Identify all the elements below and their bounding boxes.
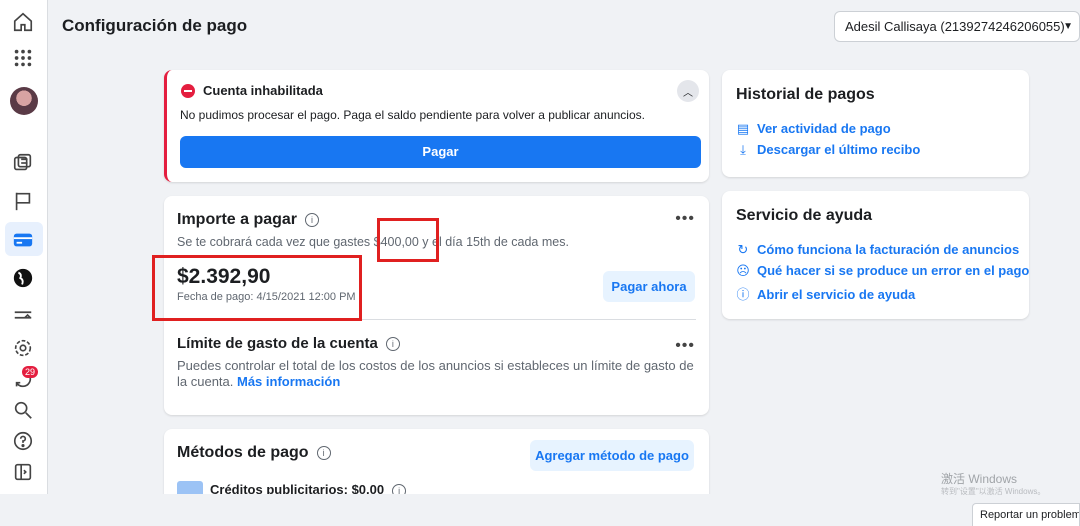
billing-how-label: Cómo funciona la facturación de anuncios [757,242,1020,257]
document-icon: ▤ [736,121,750,136]
download-icon: ⤓ [740,142,746,157]
view-activity-label: Ver actividad de pago [757,121,891,136]
download-receipt-link[interactable]: ⤓ Descargar el último recibo [736,142,920,158]
account-name: Adesil Callisaya (2139274246206055) [845,19,1065,34]
amount-due-description: Se te cobrará cada vez que gastes $400,0… [177,235,569,249]
settings-gear-icon[interactable] [11,336,35,360]
payment-methods-title: Métodos de pago [177,444,309,461]
disabled-account-alert: Cuenta inhabilitada ︿ No pudimos procesa… [164,70,709,182]
more-options-icon[interactable]: ••• [675,337,695,355]
notification-badge: 29 [22,366,39,378]
bottom-bar [0,494,1080,526]
windows-activation-watermark: 激活 Windows [941,472,1018,486]
home-icon[interactable] [11,10,35,34]
amount-due-section: Importe a pagar i [177,211,320,229]
annotation-box-amount [152,255,362,321]
sad-face-icon: ☹ [736,263,750,278]
page-title: Configuración de pago [62,16,248,35]
spending-limit-title: Límite de gasto de la cuenta [177,335,378,352]
open-help-label: Abrir el servicio de ayuda [757,287,916,302]
more-options-icon[interactable]: ••• [675,210,695,228]
add-payment-method-button[interactable]: Agregar método de pago [530,440,694,471]
open-help-link[interactable]: ⓘ Abrir el servicio de ayuda [736,284,915,303]
ticket-icon[interactable] [11,303,35,327]
collapse-chevron-icon[interactable]: ︿ [677,80,699,102]
payment-methods-section: Métodos de pago i [177,444,331,462]
more-info-link[interactable]: Más información [237,374,340,389]
flag-icon[interactable] [11,189,35,213]
download-receipt-label: Descargar el último recibo [757,142,921,157]
amount-due-title: Importe a pagar [177,211,298,228]
info-icon[interactable]: i [316,445,331,460]
payment-error-link[interactable]: ☹ Qué hacer si se produce un error en el … [736,263,1029,279]
globe-icon[interactable] [11,266,35,290]
alert-message: No pudimos procesar el pago. Paga el sal… [180,108,645,122]
help-center-card: Servicio de ayuda ↻ Cómo funciona la fact… [722,191,1029,319]
panel-toggle-icon[interactable] [11,460,35,484]
payment-error-label: Qué hacer si se produce un error en el p… [757,263,1030,278]
report-problem-button[interactable]: Reportar un problema [972,503,1080,526]
info-icon[interactable]: i [305,212,320,227]
chevron-down-icon: ▼ [1063,21,1073,32]
windows-activation-subtext: 转到"设置"以激活 Windows。 [941,487,1046,496]
pay-button[interactable]: Pagar [180,136,701,168]
payment-history-card: Historial de pagos ▤ Ver actividad de pag… [722,70,1029,177]
ads-manager-icon[interactable] [11,151,35,175]
avatar[interactable] [10,87,38,115]
pay-now-button[interactable]: Pagar ahora [603,271,695,302]
billing-card-icon[interactable] [11,228,35,252]
billing-how-link[interactable]: ↻ Cómo funciona la facturación de anuncio… [736,242,1020,258]
help-circle-icon: ⓘ [736,287,750,302]
error-icon [181,84,195,98]
grid-menu-icon[interactable] [11,46,35,70]
spending-limit-section: Límite de gasto de la cuenta i [177,335,400,352]
annotation-box-threshold [377,218,439,262]
left-sidebar: 29 [0,0,48,526]
info-icon[interactable]: i [385,337,400,352]
payment-history-title: Historial de pagos [736,86,875,103]
spending-limit-description: Puedes controlar el total de los costos … [177,358,697,390]
alert-title: Cuenta inhabilitada [203,83,323,98]
search-icon[interactable] [11,398,35,422]
account-selector[interactable]: Adesil Callisaya (2139274246206055) ▼ [834,11,1080,42]
help-center-title: Servicio de ayuda [736,207,873,224]
refresh-icon: ↻ [737,242,749,257]
view-activity-link[interactable]: ▤ Ver actividad de pago [736,121,891,137]
help-icon[interactable] [11,429,35,453]
